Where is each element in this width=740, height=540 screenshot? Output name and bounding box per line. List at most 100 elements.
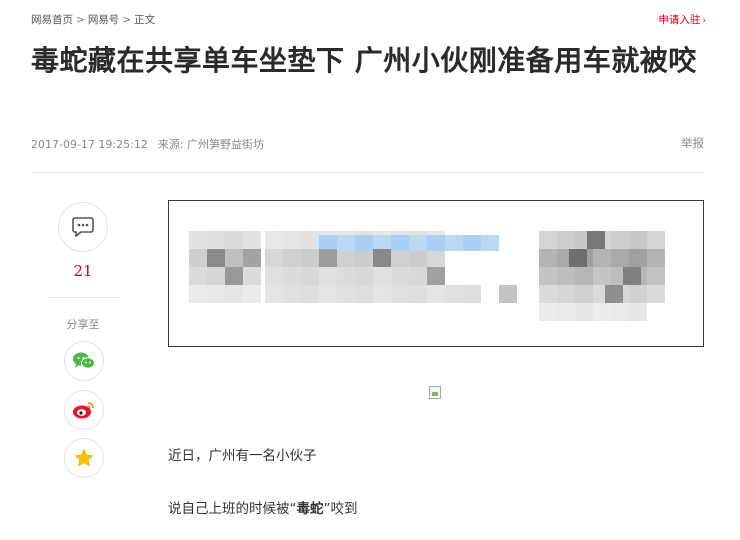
- mosaic-pixel: [611, 303, 629, 321]
- mosaic-pixel: [391, 249, 409, 267]
- mosaic-pixel: [629, 303, 647, 321]
- mosaic-pixel: [427, 249, 445, 267]
- mosaic-pixel: [647, 267, 665, 285]
- mosaic-pixel: [243, 285, 261, 303]
- mosaic-pixel: [557, 231, 575, 249]
- chevron-right-icon: ›: [702, 16, 706, 26]
- wechat-icon: [73, 352, 95, 369]
- mosaic-pixel: [539, 303, 557, 321]
- favorite-button[interactable]: [64, 438, 104, 478]
- mosaic-pixel: [427, 235, 445, 251]
- mosaic-pixel: [539, 267, 557, 285]
- mosaic-pixel: [409, 285, 427, 303]
- mosaic-pixel: [557, 285, 575, 303]
- mosaic-pixel: [445, 235, 463, 251]
- paragraph-text: ”咬到: [323, 501, 358, 517]
- mosaic-pixel: [647, 285, 665, 303]
- article-paragraph: 说自己上班的时候被“毒蛇”咬到: [168, 497, 358, 517]
- breadcrumb: 网易首页 > 网易号 > 正文: [31, 12, 155, 27]
- mosaic-pixel: [373, 285, 391, 303]
- mosaic-pixel: [207, 285, 225, 303]
- mosaic-pixel: [629, 285, 647, 303]
- broken-image-icon: [429, 386, 441, 399]
- mosaic-pixel: [575, 303, 593, 321]
- mosaic-pixel: [243, 249, 261, 267]
- paragraph-text: 说自己上班的时候被“: [168, 501, 297, 517]
- rail-divider: [48, 297, 120, 298]
- mosaic-pixel: [463, 235, 481, 251]
- mosaic-pixel: [355, 285, 373, 303]
- mosaic-pixel: [207, 267, 225, 285]
- mosaic-pixel: [189, 267, 207, 285]
- mosaic-pixel: [265, 285, 283, 303]
- mosaic-pixel: [593, 303, 611, 321]
- favorite-star-icon: [74, 448, 94, 467]
- article-source[interactable]: 来源: 广州笋野益街坊: [158, 138, 264, 151]
- mosaic-pixel: [593, 249, 611, 267]
- breadcrumb-current: 正文: [134, 14, 156, 26]
- mosaic-pixel: [499, 285, 517, 303]
- mosaic-pixel: [593, 267, 611, 285]
- mosaic-pixel: [355, 267, 373, 285]
- apply-join-link[interactable]: 申请入驻 ›: [658, 12, 706, 27]
- mosaic-pixel: [481, 235, 499, 251]
- mosaic-pixel: [189, 231, 207, 249]
- mosaic-pixel: [647, 231, 665, 249]
- mosaic-pixel: [539, 285, 557, 303]
- paragraph-bold-text: 毒蛇: [296, 501, 324, 517]
- mosaic-pixel: [283, 267, 301, 285]
- breadcrumb-separator: >: [76, 14, 85, 26]
- mosaic-pixel: [575, 267, 593, 285]
- breadcrumb-netease-hao-link[interactable]: 网易号: [88, 14, 120, 26]
- mosaic-pixel: [409, 249, 427, 267]
- mosaic-pixel: [373, 249, 391, 267]
- breadcrumb-home-link[interactable]: 网易首页: [31, 14, 73, 26]
- share-weibo-button[interactable]: [64, 390, 104, 430]
- mosaic-pixel: [569, 249, 587, 267]
- mosaic-pixel: [189, 285, 207, 303]
- mosaic-pixel: [463, 285, 481, 303]
- mosaic-pixel: [629, 231, 647, 249]
- mosaic-pixel: [391, 285, 409, 303]
- mosaic-pixel: [373, 267, 391, 285]
- mosaic-pixel: [391, 267, 409, 285]
- mosaic-pixel: [243, 231, 261, 249]
- article-title: 毒蛇藏在共享单车坐垫下 广州小伙刚准备用车就被咬: [31, 44, 697, 77]
- mosaic-pixel: [337, 285, 355, 303]
- apply-join-label: 申请入驻: [658, 14, 701, 26]
- mosaic-pixel: [427, 285, 445, 303]
- mosaic-pixel: [611, 249, 629, 267]
- mosaic-pixel: [265, 249, 283, 267]
- mosaic-pixel: [225, 249, 243, 267]
- weibo-icon: [73, 402, 94, 419]
- report-link[interactable]: 举报: [681, 135, 704, 151]
- breadcrumb-separator: >: [122, 14, 132, 26]
- mosaic-pixel: [243, 267, 261, 285]
- mosaic-pixel: [225, 231, 243, 249]
- article-timestamp: 2017-09-17 19:25:12: [31, 138, 148, 151]
- mosaic-pixel: [301, 267, 319, 285]
- mosaic-pixel: [189, 249, 207, 267]
- mosaic-pixel: [427, 267, 445, 285]
- mosaic-pixel: [557, 303, 575, 321]
- mosaic-pixel: [319, 267, 337, 285]
- mosaic-pixel: [225, 267, 243, 285]
- mosaic-pixel: [319, 285, 337, 303]
- mosaic-pixel: [283, 231, 301, 249]
- mosaic-pixel: [337, 235, 355, 251]
- mosaic-pixel: [623, 267, 641, 285]
- mosaic-pixel: [265, 267, 283, 285]
- share-wechat-button[interactable]: [64, 341, 104, 381]
- mosaic-pixel: [575, 285, 593, 303]
- comment-count[interactable]: 21: [58, 262, 108, 280]
- mosaic-pixel: [587, 231, 605, 249]
- mosaic-pixel: [629, 249, 647, 267]
- mosaic-pixel: [391, 235, 409, 251]
- mosaic-pixel: [207, 249, 225, 267]
- mosaic-pixel: [445, 285, 463, 303]
- article-paragraph: 近日，广州有一名小伙子: [168, 448, 317, 464]
- mosaic-pixel: [409, 235, 427, 251]
- article-screenshot-image: [168, 200, 704, 347]
- comment-button[interactable]: [58, 202, 108, 252]
- mosaic-pixel: [301, 231, 319, 249]
